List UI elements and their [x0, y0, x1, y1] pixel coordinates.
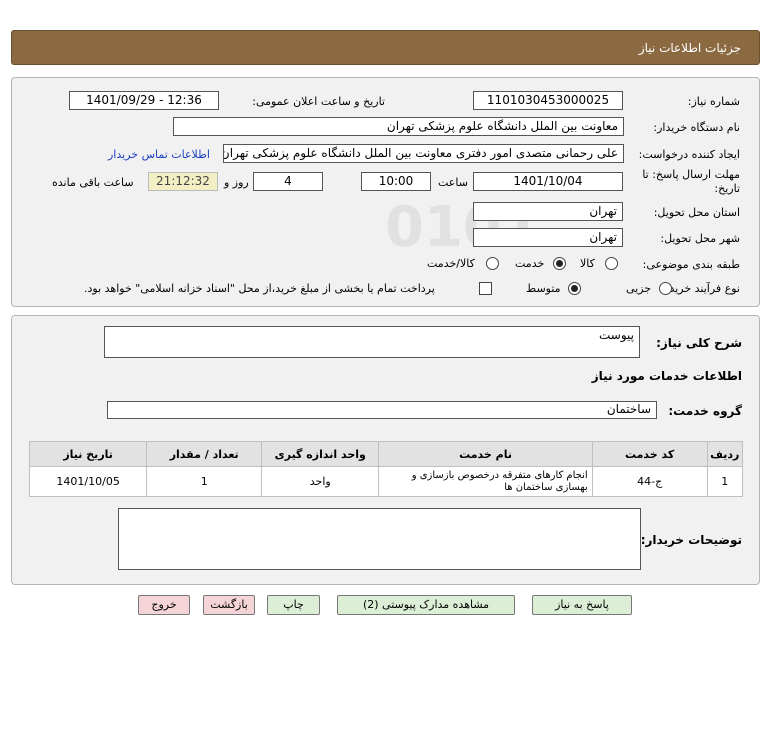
page-header: جزئیات اطلاعات نیاز	[11, 30, 760, 65]
buyer-contact-link[interactable]: اطلاعات تماس خریدار	[108, 148, 210, 161]
requester-field: علی رحمانی متصدی امور دفتری معاونت بین ا…	[223, 144, 624, 163]
col-row: ردیف	[706, 441, 744, 467]
category-radio-goods-service[interactable]	[486, 257, 499, 270]
category-option-service: خدمت	[515, 257, 545, 270]
cell-unit: واحد	[261, 466, 380, 497]
buyer-notes-label: توضیحات خریدار:	[640, 533, 742, 547]
cell-row: 1	[706, 466, 744, 497]
table-row: 1 ج-44 انجام کارهای متفرقه درخصوص بازساز…	[28, 466, 744, 497]
col-service-name: نام خدمت	[378, 441, 593, 467]
process-option-minor: جزیی	[626, 282, 652, 295]
process-option-medium: متوسط	[526, 282, 561, 295]
process-radio-medium[interactable]	[568, 282, 581, 295]
process-radio-minor[interactable]	[659, 282, 672, 295]
col-unit: واحد اندازه گیری	[261, 441, 380, 467]
deadline-days-label: روز و	[224, 176, 249, 189]
cell-need-date: 1401/10/05	[28, 466, 148, 497]
deadline-label: مهلت ارسال پاسخ: تا تاریخ:	[642, 168, 740, 195]
buyer-org-label: نام دستگاه خریدار:	[653, 121, 740, 134]
page-title: جزئیات اطلاعات نیاز	[638, 41, 741, 55]
announce-field: 1401/09/29 - 12:36	[69, 91, 219, 110]
need-number-field: 1101030453000025	[473, 91, 623, 110]
category-label: طبقه بندی موضوعی:	[642, 258, 740, 271]
col-quantity: تعداد / مقدار	[146, 441, 263, 467]
summary-label: شرح کلی نیاز:	[656, 336, 742, 350]
view-attachments-button[interactable]: مشاهده مدارک پیوستی (2)	[337, 595, 515, 615]
buyer-org-field: معاونت بین الملل دانشگاه علوم پزشکی تهرا…	[173, 117, 624, 136]
cell-service-code: ج-44	[591, 466, 708, 497]
announce-label: تاریخ و ساعت اعلان عمومی:	[252, 95, 385, 108]
remaining-time-field: 21:12:32	[148, 172, 218, 191]
remaining-time-label: ساعت باقی مانده	[52, 176, 134, 189]
exit-button[interactable]: خروج	[138, 595, 190, 615]
category-radio-service[interactable]	[553, 257, 566, 270]
deadline-time-field: 10:00	[361, 172, 431, 191]
service-group-label: گروه خدمت:	[668, 404, 742, 418]
services-table: ردیف کد خدمت نام خدمت واحد اندازه گیری ت…	[28, 441, 744, 497]
table-header-row: ردیف کد خدمت نام خدمت واحد اندازه گیری ت…	[28, 441, 744, 467]
reply-button[interactable]: پاسخ به نیاز	[532, 595, 632, 615]
back-button[interactable]: بازگشت	[203, 595, 255, 615]
requester-label: ایجاد کننده درخواست:	[638, 148, 740, 161]
deadline-days-field: 4	[253, 172, 323, 191]
col-service-code: کد خدمت	[591, 441, 708, 467]
summary-field: پیوست	[104, 326, 640, 358]
treasury-payment-note: پرداخت تمام یا بخشی از مبلغ خرید،از محل …	[84, 282, 435, 295]
col-need-date: تاریخ نیاز	[28, 441, 148, 467]
service-group-field: ساختمان	[107, 401, 657, 419]
services-section-title: اطلاعات خدمات مورد نیاز	[591, 369, 742, 383]
cell-quantity: 1	[146, 466, 263, 497]
buyer-notes-field	[118, 508, 641, 570]
category-option-goods-service: کالا/خدمت	[427, 257, 475, 270]
city-field: تهران	[473, 228, 623, 247]
category-option-goods: کالا	[580, 257, 595, 270]
deadline-time-label: ساعت	[438, 176, 468, 189]
deadline-date-field: 1401/10/04	[473, 172, 623, 191]
category-radio-goods[interactable]	[605, 257, 618, 270]
province-field: تهران	[473, 202, 623, 221]
city-label: شهر محل تحویل:	[660, 232, 740, 245]
treasury-payment-checkbox[interactable]	[479, 282, 492, 295]
need-number-label: شماره نیاز:	[687, 95, 740, 108]
print-button[interactable]: چاپ	[267, 595, 320, 615]
cell-service-name: انجام کارهای متفرقه درخصوص بازسازی و بهس…	[378, 466, 593, 497]
province-label: استان محل تحویل:	[653, 206, 740, 219]
